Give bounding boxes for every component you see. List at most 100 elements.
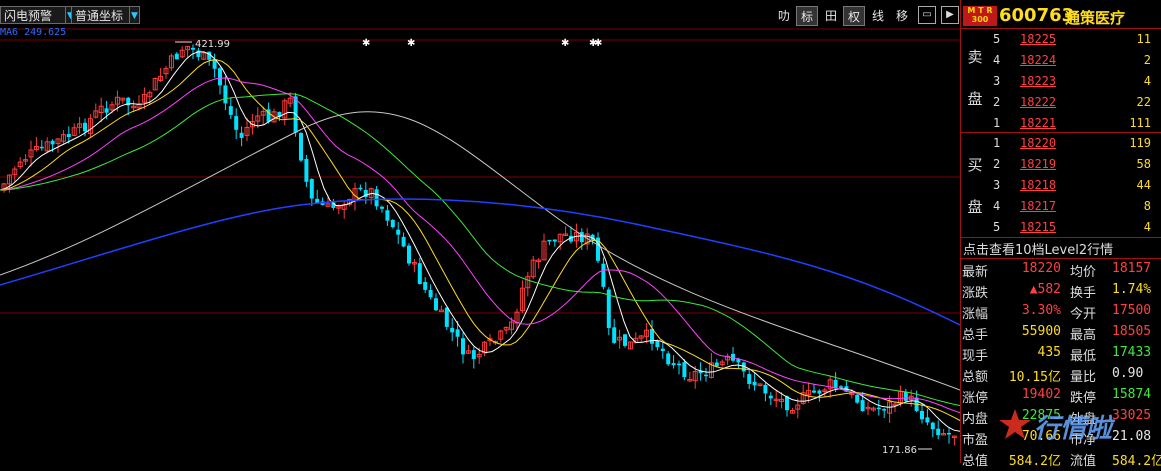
ma-legend: MA6 249.625 (0, 27, 67, 38)
candle-body (396, 229, 401, 235)
window-icon[interactable]: ▭ (918, 6, 936, 24)
stat-value: 19402 (1021, 387, 1061, 402)
sell-row-4[interactable]: 4 18224 2 (991, 53, 1161, 74)
sell-row-5[interactable]: 5 18225 11 (991, 32, 1161, 53)
event-marker-icon: ✱ (594, 38, 602, 49)
candle-body (450, 327, 455, 333)
coordinate-mode-button[interactable]: 普通坐标 (71, 6, 131, 24)
candle-body (704, 374, 708, 377)
level2-link[interactable]: 点击查看10档Level2行情 (963, 239, 1113, 258)
level-price: 18221 (1020, 116, 1057, 130)
stat-label-2: 今开 (1070, 307, 1097, 322)
level-index: 5 (993, 32, 1001, 46)
candle-body (50, 140, 55, 145)
event-marker-icon: ✱ (362, 38, 370, 49)
candle-body (223, 85, 228, 104)
level-volume: 119 (1129, 136, 1151, 150)
event-marker-icon: ✱ (561, 38, 569, 49)
sell-row-1[interactable]: 1 18221 111 (991, 116, 1161, 137)
stat-row: 总值 584.2亿 流值 584.2亿 (961, 450, 1161, 471)
tool-btn-line[interactable]: 线 (867, 6, 889, 26)
candle-body (234, 116, 239, 130)
stock-name[interactable]: 通策医疗 (1065, 7, 1125, 28)
chart-toolbar: 闪电预警 ▼ 普通坐标 ▼ 叻 标 田 权 线 移 ▭ ▶ (0, 0, 960, 30)
sell-row-3[interactable]: 3 18223 4 (991, 74, 1161, 95)
level-volume: 2 (1143, 53, 1151, 67)
buy-row-2[interactable]: 2 18219 58 (991, 157, 1161, 178)
play-icon[interactable]: ▶ (941, 6, 959, 24)
candle-body (547, 239, 552, 242)
level-index: 2 (993, 95, 1001, 109)
buy-row-1[interactable]: 1 18220 119 (991, 136, 1161, 157)
event-marker-icon: ✱ (407, 38, 415, 49)
stat-value: 18220 (1021, 261, 1061, 276)
candle-body (299, 133, 303, 161)
candle-body (39, 146, 44, 149)
buy-row-3[interactable]: 3 18218 44 (991, 178, 1161, 199)
stat-label: 内盘 (962, 412, 989, 427)
candle-body (601, 263, 606, 287)
candle-body (920, 410, 924, 420)
stat-row: 涨停 19402 跌停 15874 (961, 387, 1161, 408)
level-price: 18224 (1020, 53, 1057, 67)
stat-value-2: 584.2亿 (1112, 454, 1161, 469)
candle-body (671, 363, 676, 366)
tool-btn-1[interactable]: 叻 (773, 6, 795, 26)
stat-row: 涨跌 ▲582 换手 1.74% (961, 282, 1161, 303)
candle-body (374, 189, 379, 207)
quote-panel: M T R 300 600763 通策医疗 卖 盘 5 18225 11 4 18224 2… (960, 0, 1161, 469)
level-index: 2 (993, 157, 1001, 171)
level-index: 4 (993, 199, 1001, 213)
candle-body (612, 327, 617, 343)
candle-body (428, 290, 433, 298)
tool-btn-rights[interactable]: 权 (843, 6, 865, 26)
stat-label: 现手 (962, 349, 989, 364)
sell-side-label: 卖 (967, 48, 983, 66)
stock-code[interactable]: 600763 (999, 5, 1074, 26)
candle-body (461, 338, 465, 355)
stat-label: 总手 (962, 328, 989, 343)
stat-label: 市盈 (962, 433, 989, 448)
candle-body (768, 395, 773, 399)
level-index: 3 (993, 178, 1001, 192)
tool-btn-move[interactable]: 移 (891, 6, 913, 26)
coordinate-dropdown-icon[interactable]: ▼ (129, 6, 140, 24)
stat-label: 最新 (962, 265, 989, 280)
stat-value-2: 21.08 (1112, 429, 1152, 444)
candle-body (860, 400, 865, 412)
kline-chart[interactable]: 421.99171.86✱ ✱ ✱ ✱✱ (0, 0, 960, 463)
level-volume: 22 (1136, 95, 1151, 109)
stat-value: ▲582 (1029, 282, 1061, 297)
candle-body (666, 353, 671, 365)
candle-body (714, 362, 719, 367)
candle-body (763, 384, 768, 394)
stat-label-2: 流值 (1070, 454, 1097, 469)
tool-btn-mark[interactable]: 标 (796, 6, 818, 26)
low-price-label: 171.86 (882, 445, 917, 456)
stat-row: 总手 55900 最高 18505 (961, 324, 1161, 345)
candle-body (66, 134, 71, 138)
stat-label: 涨跌 (962, 286, 989, 301)
candle-body (752, 381, 757, 386)
stat-label: 总额 (962, 370, 989, 385)
level-volume: 4 (1143, 220, 1151, 234)
ma-line-yellow (0, 59, 960, 421)
stock-header: M T R 300 600763 通策医疗 (961, 4, 1161, 28)
sell-row-2[interactable]: 2 18222 22 (991, 95, 1161, 116)
candle-body (417, 263, 422, 285)
stat-label-2: 换手 (1070, 286, 1097, 301)
flash-alert-button[interactable]: 闪电预警 (0, 6, 66, 24)
candle-body (677, 363, 681, 366)
candle-body (903, 391, 908, 401)
stat-value: 435 (1037, 345, 1061, 360)
level-price: 18222 (1020, 95, 1057, 109)
level-price: 18220 (1020, 136, 1057, 150)
stat-value: 10.15亿 (1008, 370, 1061, 385)
level-volume: 58 (1136, 157, 1151, 171)
candle-body (660, 348, 665, 352)
candle-body (682, 362, 687, 378)
tool-btn-grid[interactable]: 田 (820, 6, 842, 26)
buy-row-4[interactable]: 4 18217 8 (991, 199, 1161, 220)
mtr-logo: M T R 300 (963, 6, 997, 26)
candle-body (83, 122, 87, 132)
